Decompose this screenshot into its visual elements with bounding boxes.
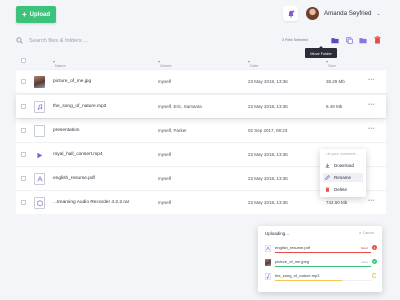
upload-file-name: the_song_of_nature.mp3: [275, 273, 320, 278]
move-folder-button[interactable]: [331, 36, 339, 44]
delete-button[interactable]: [373, 36, 381, 44]
notifications-button[interactable]: [283, 6, 298, 21]
header-date[interactable]: ▾ Date: [248, 59, 258, 68]
bell-icon: [287, 10, 294, 18]
file-owner: myself: [158, 200, 172, 205]
trash-icon: [325, 187, 330, 192]
more-options-icon[interactable]: •••: [368, 102, 375, 108]
row-checkbox[interactable]: [21, 104, 26, 109]
move-folder-icon: [331, 37, 339, 43]
folder-share-icon: [359, 37, 367, 43]
pdf-file-icon: [34, 173, 45, 185]
chevron-down-icon: ⌄: [376, 10, 381, 17]
copy-icon: [345, 36, 353, 44]
file-date: 23 May 2018, 13:36: [248, 104, 288, 109]
file-name: ...treaming Audio Recorder 4.2.2.rar: [53, 200, 130, 205]
upload-file-name: english_resume.pdf: [275, 245, 310, 250]
check-icon: ✓: [372, 258, 377, 264]
row-checkbox[interactable]: [21, 200, 26, 205]
more-options-icon[interactable]: •••: [368, 77, 375, 83]
upload-button[interactable]: + Upload: [16, 6, 56, 23]
upload-button-label: Upload: [29, 11, 50, 18]
file-owner: myself: [158, 152, 172, 157]
music-file-icon: [265, 273, 271, 280]
avatar: [306, 7, 319, 20]
user-menu[interactable]: Amanda Seyfried ⌄: [306, 6, 381, 21]
plus-icon: +: [21, 9, 27, 19]
context-menu: ...at your comment... Download Rename De…: [320, 149, 366, 197]
table-header: ▾ Name ▾ Owner ▾ Date ▾ Size: [16, 55, 386, 68]
search-icon: [16, 37, 23, 44]
file-owner: myself: [158, 176, 172, 181]
upload-progress: [275, 252, 371, 254]
archive-file-icon: [34, 197, 45, 209]
cancel-uploads-button[interactable]: ✕ Cancel: [359, 231, 374, 235]
download-icon: [325, 163, 330, 168]
more-options-icon[interactable]: •••: [368, 126, 375, 132]
header-name[interactable]: ▾ Name: [53, 59, 66, 68]
file-date: 23 May 2018, 13:36: [248, 152, 288, 157]
copy-button[interactable]: [345, 36, 353, 44]
file-date: 23 May 2018, 13:36: [248, 200, 288, 205]
file-date: 23 May 2018, 13:36: [248, 79, 288, 84]
row-checkbox[interactable]: [21, 152, 26, 157]
file-size: 8.49 Mb: [326, 104, 343, 109]
file-name: english_resume.pdf: [53, 176, 95, 181]
file-name: picture_of_me.jpg: [53, 79, 92, 84]
table-row[interactable]: picture_of_me.jpg myself 23 May 2018, 13…: [16, 69, 386, 93]
upload-file-name: picture_of_me.jpeg: [275, 259, 310, 264]
file-name: the_song_of_nature.mp3: [53, 104, 107, 109]
rename-icon: [325, 175, 330, 180]
share-button[interactable]: [359, 36, 367, 44]
upload-panel: Uploading... ✕ Cancel english_resume.pdf…: [258, 226, 382, 292]
upload-status: failed: [360, 245, 368, 250]
table-row[interactable]: presentation myself, Parker 02 Sep 2017,…: [16, 118, 386, 142]
user-name: Amanda Seyfried: [324, 10, 372, 17]
spinner-icon: [372, 272, 377, 278]
upload-status: done: [361, 259, 368, 264]
pdf-file-icon: [265, 245, 271, 252]
row-checkbox[interactable]: [21, 128, 26, 133]
comment-input[interactable]: ...at your comment...: [324, 152, 359, 156]
menu-item-rename[interactable]: Rename: [323, 173, 363, 182]
upload-progress: [275, 266, 371, 268]
upload-panel-title: Uploading...: [265, 231, 290, 236]
row-checkbox[interactable]: [21, 79, 26, 84]
image-thumbnail: [34, 76, 45, 88]
more-options-icon[interactable]: •••: [368, 198, 375, 204]
upload-item: picture_of_me.jpeg done ✓: [265, 258, 377, 271]
file-size: 38.29 Mb: [326, 79, 345, 84]
menu-item-delete[interactable]: Delete: [323, 185, 363, 194]
table-row[interactable]: the_song_of_nature.mp3 myself, Eric, Sam…: [16, 94, 386, 118]
file-name: presentation: [53, 128, 80, 133]
select-all-checkbox[interactable]: [21, 58, 26, 63]
file-date: 23 May 2018, 13:36: [248, 176, 288, 181]
file-size: 742.60 Mb: [326, 200, 348, 205]
header-size[interactable]: ▾ Size: [326, 59, 336, 68]
upload-progress-fill: [275, 280, 343, 282]
file-owner: myself, Eric, Samanta: [158, 104, 202, 109]
music-file-icon: [34, 101, 45, 113]
file-date: 02 Sep 2017, 09:23: [248, 128, 288, 133]
upload-item: english_resume.pdf failed !: [265, 244, 377, 257]
error-icon: !: [372, 244, 377, 250]
image-thumbnail: [265, 259, 271, 266]
folder-icon: [34, 125, 45, 137]
video-file-icon: [34, 149, 45, 161]
file-owner: myself: [158, 79, 172, 84]
header-owner[interactable]: ▾ Owner: [158, 59, 172, 68]
search-input[interactable]: Search files & folders ...: [29, 38, 88, 44]
upload-item: the_song_of_nature.mp3: [265, 272, 377, 285]
row-checkbox[interactable]: [21, 176, 26, 181]
file-name: royal_hall_consert.mp4: [53, 152, 103, 157]
upload-progress-fill: [275, 252, 371, 254]
menu-item-download[interactable]: Download: [323, 161, 363, 170]
trash-icon: [373, 36, 381, 44]
upload-progress: [275, 280, 371, 282]
upload-progress-fill: [275, 266, 371, 268]
file-owner: myself, Parker: [158, 128, 187, 133]
search-bar[interactable]: Search files & folders ...: [16, 37, 88, 44]
selected-count: 3 Files Selected: [282, 38, 308, 42]
